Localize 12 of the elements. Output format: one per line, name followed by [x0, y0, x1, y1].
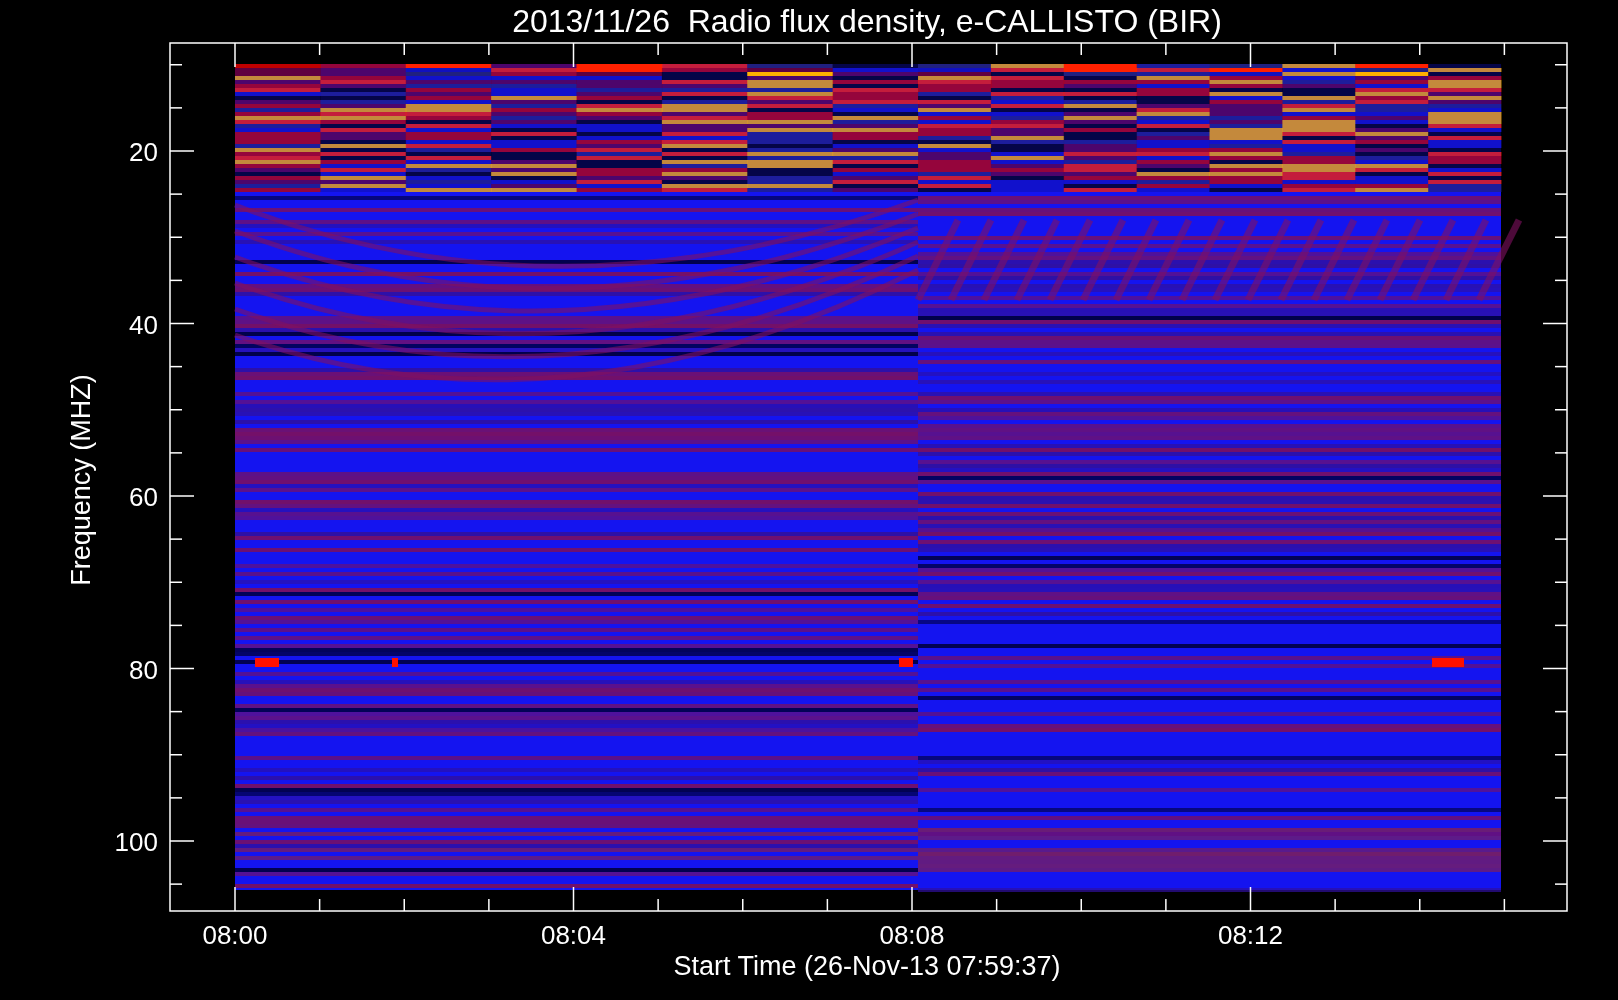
y-tick-label: 100: [114, 827, 158, 857]
x-tick-label: 08:12: [1217, 920, 1284, 950]
y-tick-label: 20: [129, 137, 158, 167]
x-tick-label: 08:08: [879, 920, 945, 950]
x-tick-label: 08:00: [202, 920, 268, 950]
y-tick-label: 40: [129, 309, 158, 340]
y-axis-label: Frequency (MHZ): [66, 374, 96, 586]
chart-title: 2013/11/26 Radio flux density, e-CALLISTO (BIR): [512, 3, 1222, 39]
y-tick-label: 60: [129, 482, 158, 512]
y-tick-label: 80: [129, 654, 158, 685]
x-tick-label: 08:04: [540, 920, 607, 950]
x-axis-label: Start Time (26-Nov-13 07:59:37): [673, 951, 1061, 981]
